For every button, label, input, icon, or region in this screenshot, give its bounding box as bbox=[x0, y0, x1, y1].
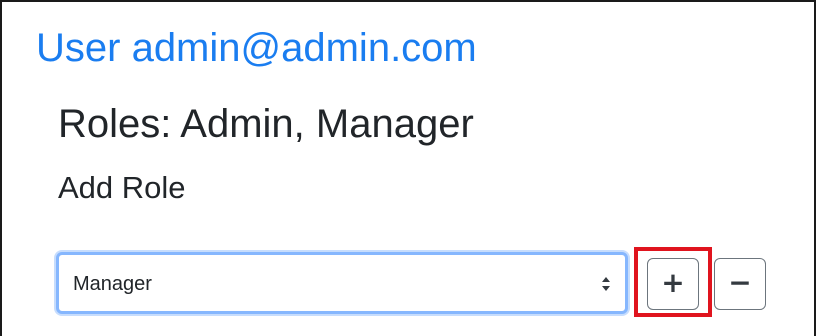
add-role-heading: Add Role bbox=[58, 170, 186, 205]
highlight-box bbox=[634, 247, 712, 317]
user-title: User admin@admin.com bbox=[36, 26, 477, 70]
role-select-value: Manager bbox=[73, 273, 152, 295]
updown-caret-icon bbox=[602, 277, 610, 291]
roles-heading: Roles: Admin, Manager bbox=[58, 102, 474, 146]
remove-role-button[interactable]: − bbox=[714, 258, 766, 310]
content-panel: User admin@admin.com Roles: Admin, Manag… bbox=[0, 0, 816, 336]
role-select[interactable]: Manager bbox=[56, 252, 628, 314]
